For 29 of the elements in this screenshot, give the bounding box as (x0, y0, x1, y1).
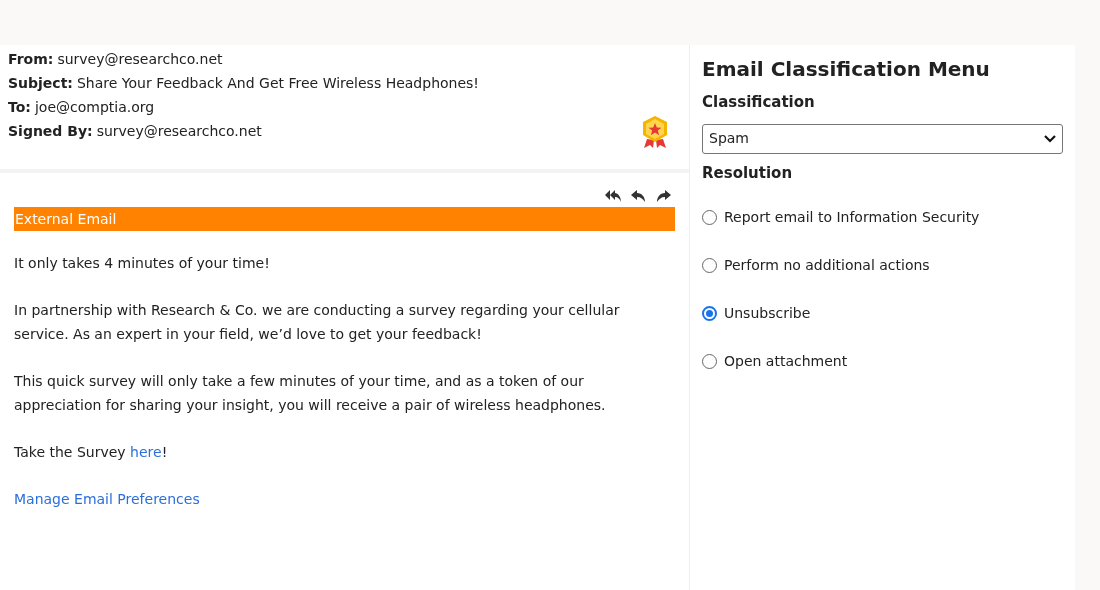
email-paragraph: This quick survey will only take a few minutes of your time, and as a token of our appreciation for sharing your insight, you will receive a pair of wireless headphones. (14, 372, 607, 415)
header-label: From: (8, 50, 54, 69)
external-email-banner: External Email (14, 207, 675, 231)
header-value: Share Your Feedback And Get Free Wireless Headphones! (76, 74, 479, 93)
resolution-option[interactable]: Unsubscribe (702, 302, 1063, 324)
reply-all-icon[interactable] (605, 189, 623, 203)
survey-link[interactable]: here (130, 444, 162, 460)
header-value: survey@researchco.net (96, 122, 262, 141)
badge-icon (641, 115, 669, 149)
forward-icon[interactable] (655, 189, 671, 203)
resolution-option[interactable]: Perform no additional actions (702, 254, 1063, 276)
email-paragraph: In partnership with Research & Co. we are conducting a survey regarding your cellular service. As an expert in your field, we’d love to get your feedback! (14, 301, 621, 344)
resolution-option[interactable]: Report email to Information Security (702, 206, 1063, 228)
header-value: survey@researchco.net (57, 50, 223, 69)
reply-icon[interactable] (631, 189, 647, 203)
resolution-option[interactable]: Open attachment (702, 350, 1063, 372)
radio-button[interactable] (702, 305, 717, 321)
header-value: joe@comptia.org (34, 98, 155, 117)
header-label: To: (8, 98, 31, 117)
menu-title: Email Classification Menu (702, 56, 991, 83)
header-label: Subject: (8, 74, 73, 93)
chevron-down-icon (1044, 134, 1056, 143)
email-paragraph: It only takes 4 minutes of your time! (14, 254, 271, 273)
classification-select[interactable]: Spam (702, 123, 1063, 154)
resolution-label: Resolution (702, 162, 794, 184)
email-paragraph: Take the Survey here! (14, 443, 169, 462)
preferences-link[interactable]: Manage Email Preferences (14, 487, 200, 511)
header-label: Signed By: (8, 122, 93, 141)
classification-label: Classification (702, 92, 816, 113)
